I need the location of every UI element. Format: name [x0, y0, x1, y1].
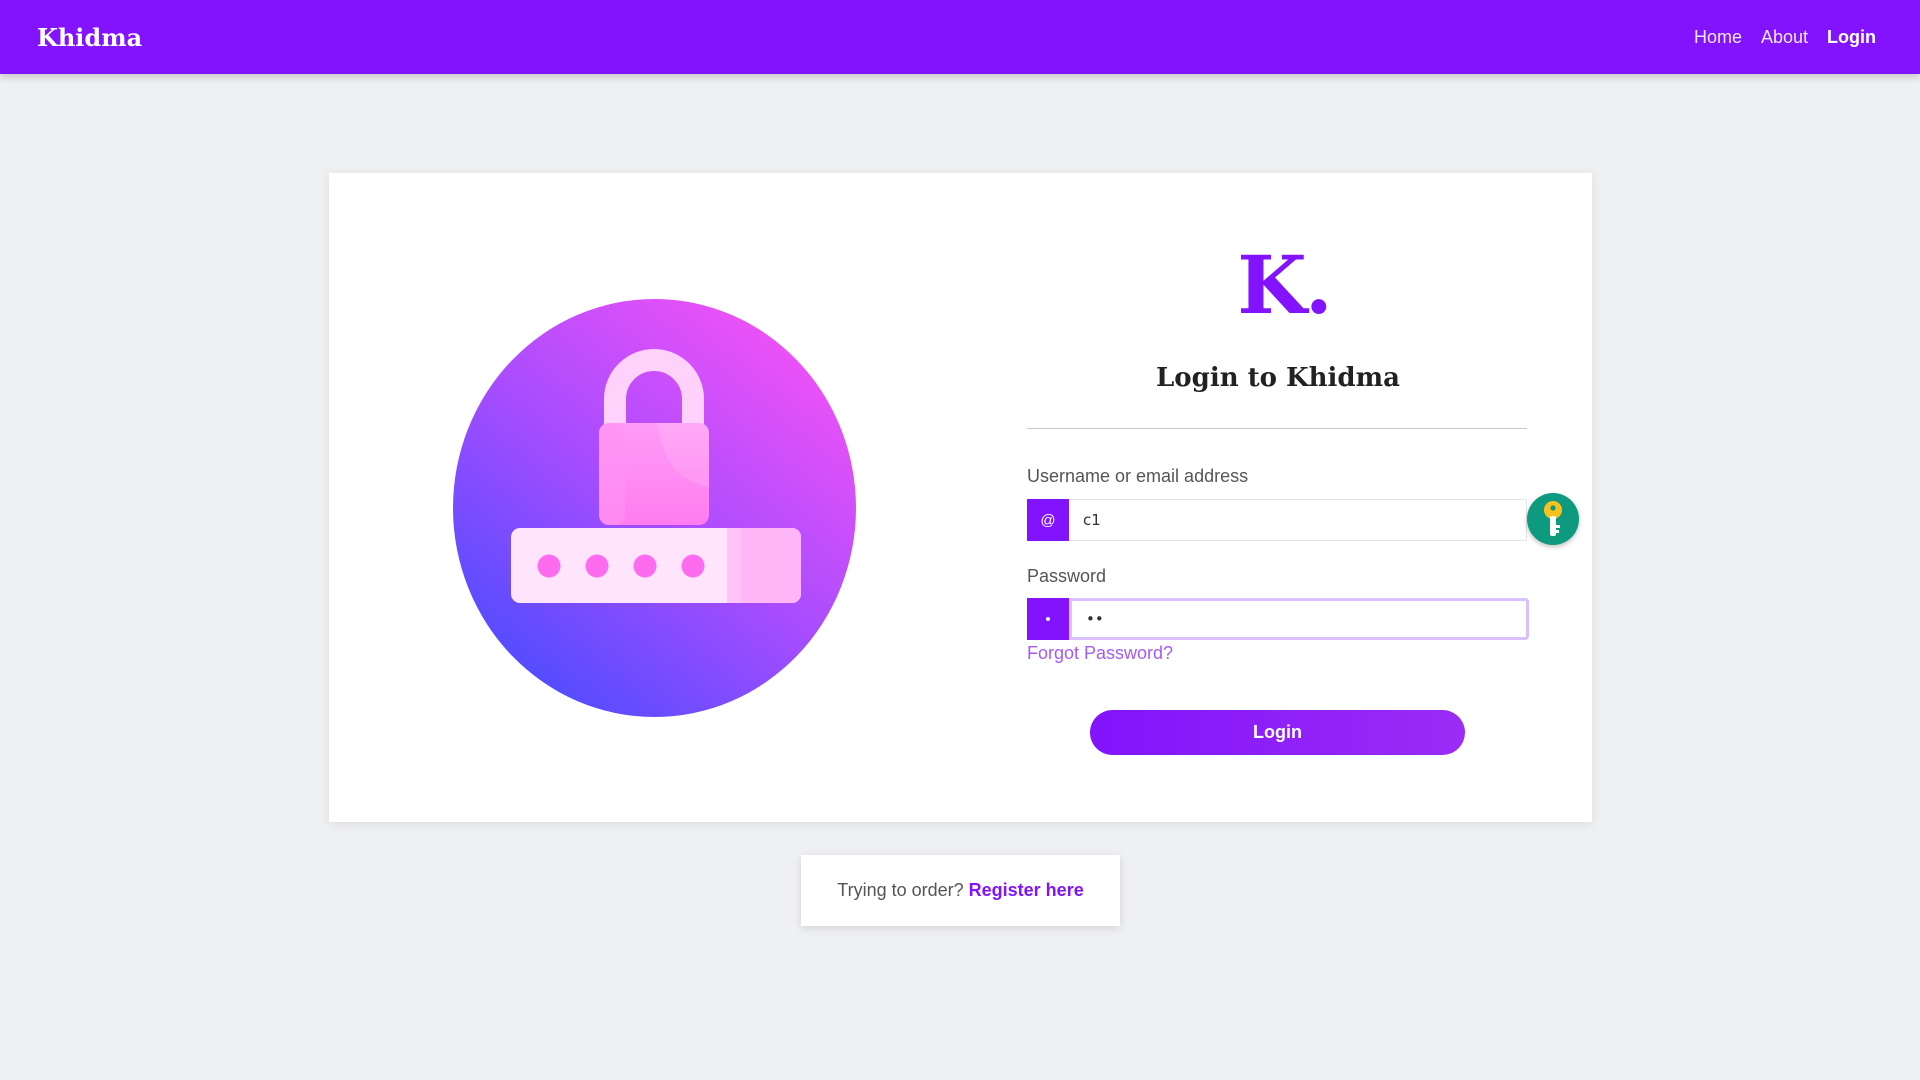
- top-navbar: Khidma Home About Login: [0, 0, 1920, 74]
- password-dot-icon: •: [1027, 598, 1069, 640]
- login-form: K. Login to Khidma Username or email add…: [1027, 173, 1529, 822]
- divider: [1027, 428, 1527, 429]
- padlock-password-icon: [453, 299, 856, 717]
- page-title: Login to Khidma: [1156, 363, 1400, 393]
- at-sign-icon: @: [1027, 499, 1069, 541]
- nav-link-login[interactable]: Login: [1827, 27, 1876, 48]
- password-label: Password: [1027, 566, 1107, 586]
- username-group: @: [1027, 499, 1527, 541]
- username-label: Username or email address: [1027, 466, 1249, 486]
- username-input[interactable]: [1069, 499, 1527, 541]
- nav-link-about[interactable]: About: [1761, 27, 1808, 48]
- register-text: Trying to order?: [837, 880, 964, 900]
- password-group: •: [1027, 598, 1529, 640]
- register-prompt: Trying to order? Register here: [801, 855, 1120, 926]
- login-button[interactable]: Login: [1090, 710, 1465, 755]
- nav-link-home[interactable]: Home: [1694, 27, 1742, 48]
- nav-links: Home About Login: [1694, 27, 1876, 48]
- key-icon[interactable]: [1527, 493, 1579, 545]
- brand-link[interactable]: Khidma: [37, 23, 142, 52]
- register-link[interactable]: Register here: [969, 880, 1084, 901]
- login-card: K. Login to Khidma Username or email add…: [329, 173, 1592, 822]
- password-input[interactable]: [1069, 598, 1529, 640]
- forgot-password-link[interactable]: Forgot Password?: [1027, 643, 1173, 664]
- khidma-logo: K.: [1237, 238, 1332, 332]
